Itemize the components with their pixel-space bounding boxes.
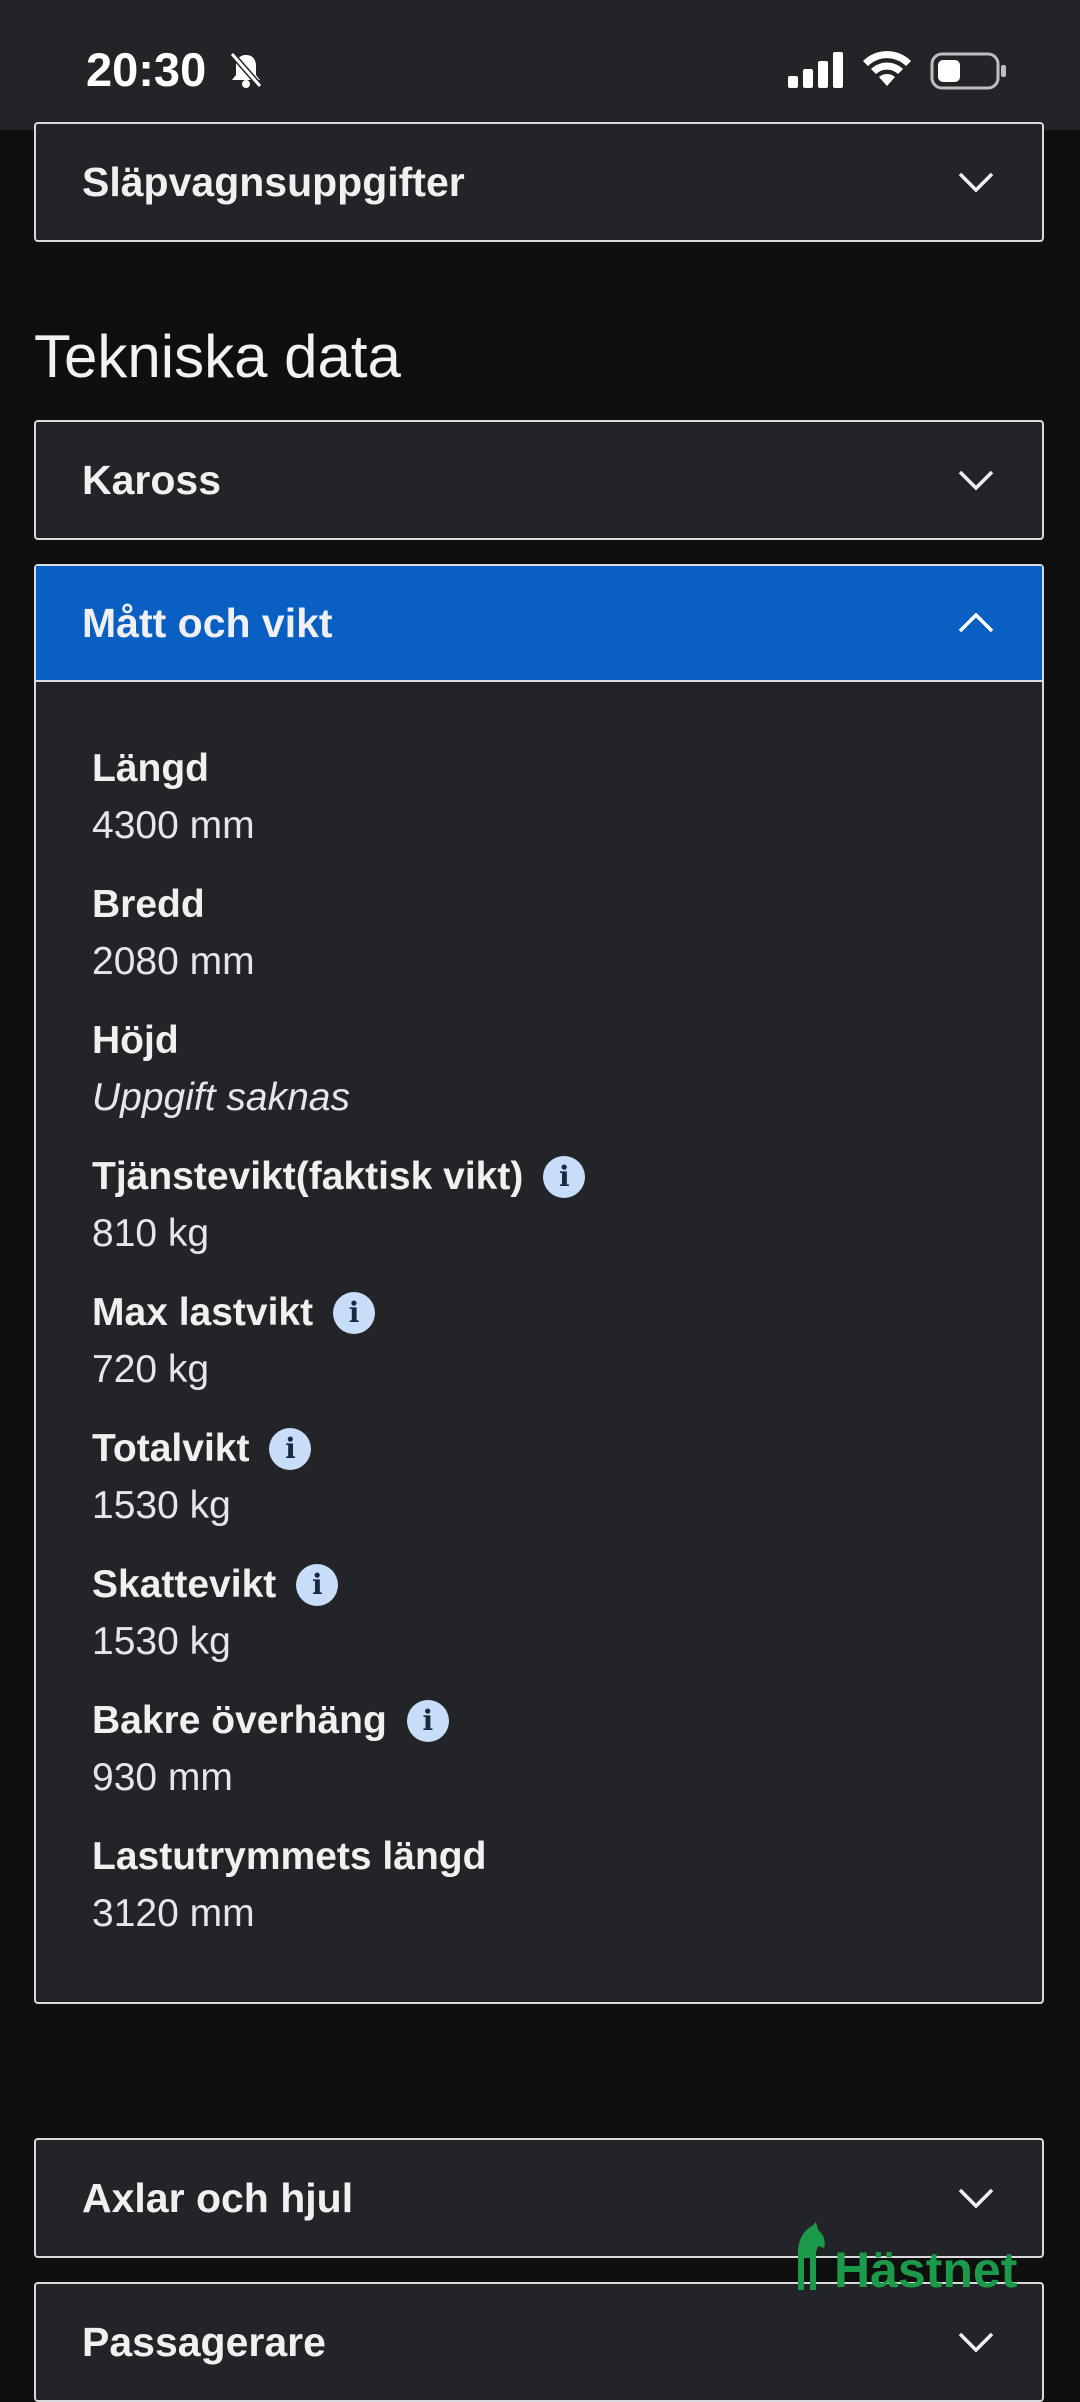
accordion-title: Axlar och hjul: [82, 2174, 354, 2221]
field-label: Lastutrymmets längd: [92, 1832, 996, 1882]
field-label-text: Lastutrymmets längd: [92, 1835, 487, 1878]
accordion-title: Mått och vikt: [82, 599, 333, 646]
accordion-header[interactable]: Mått och vikt: [36, 566, 1042, 682]
field-label: Bakre överhäng i: [92, 1696, 996, 1746]
info-icon[interactable]: i: [406, 1700, 449, 1742]
section-title: Tekniska data: [34, 323, 401, 390]
chevron-down-icon: [956, 2186, 996, 2210]
accordion-body: Längd 4300 mm Bredd 2080 mm Höjd Uppgift…: [36, 682, 1042, 2002]
field-label-text: Bredd: [92, 883, 205, 926]
horse-icon: [790, 2222, 830, 2295]
field-value: 3120 mm: [92, 1892, 255, 1935]
field-label-text: Tjänstevikt(faktisk vikt): [92, 1155, 524, 1198]
field-value: 930 mm: [92, 1756, 233, 1799]
field-value: 1530 kg: [92, 1484, 231, 1527]
field-bakre-overhang: Bakre överhäng i 930 mm: [92, 1696, 996, 1806]
info-icon[interactable]: i: [333, 1292, 376, 1334]
info-icon[interactable]: i: [543, 1156, 586, 1198]
chevron-up-icon: [956, 611, 996, 635]
chevron-down-icon: [956, 2330, 996, 2354]
info-icon[interactable]: i: [269, 1428, 312, 1470]
field-label-text: Skattevikt: [92, 1563, 277, 1606]
field-max-lastvikt: Max lastvikt i 720 kg: [92, 1288, 996, 1398]
field-label: Skattevikt i: [92, 1560, 996, 1610]
chevron-down-icon: [956, 468, 996, 492]
field-value: 1530 kg: [92, 1620, 231, 1663]
field-value: 720 kg: [92, 1348, 210, 1391]
field-skattevikt: Skattevikt i 1530 kg: [92, 1560, 996, 1670]
field-lastutrymmets-langd: Lastutrymmets längd 3120 mm: [92, 1832, 996, 1942]
field-bredd: Bredd 2080 mm: [92, 880, 996, 990]
status-time: 20:30: [86, 43, 207, 96]
field-label: Max lastvikt i: [92, 1288, 996, 1338]
field-label: Bredd: [92, 880, 996, 930]
field-label: Totalvikt i: [92, 1424, 996, 1474]
accordion-title: Passagerare: [82, 2318, 326, 2365]
field-value-missing: Uppgift saknas: [92, 1076, 350, 1119]
accordion-title: Släpvagnsuppgifter: [82, 158, 465, 205]
field-label: Längd: [92, 744, 996, 794]
battery-icon: [930, 52, 1008, 95]
info-icon[interactable]: i: [296, 1564, 339, 1606]
accordion-header[interactable]: Släpvagnsuppgifter: [36, 124, 1042, 240]
accordion-header[interactable]: Kaross: [36, 422, 1042, 538]
field-tjanstevikt: Tjänstevikt(faktisk vikt) i 810 kg: [92, 1152, 996, 1262]
accordion-kaross[interactable]: Kaross: [34, 420, 1044, 540]
cellular-signal-icon: [788, 52, 846, 93]
field-label-text: Bakre överhäng: [92, 1699, 387, 1742]
watermark-logo: Hästnet: [790, 2222, 1017, 2295]
accordion-title: Kaross: [82, 456, 222, 503]
field-label: Tjänstevikt(faktisk vikt) i: [92, 1152, 996, 1202]
field-totalvikt: Totalvikt i 1530 kg: [92, 1424, 996, 1534]
field-label-text: Höjd: [92, 1019, 179, 1062]
field-label-text: Längd: [92, 747, 209, 790]
accordion-slapvagnsuppgifter[interactable]: Släpvagnsuppgifter: [34, 122, 1044, 242]
bell-muted-icon: [226, 50, 266, 95]
accordion-header[interactable]: Passagerare: [36, 2284, 1042, 2400]
watermark-text: Hästnet: [834, 2242, 1018, 2298]
field-value: 2080 mm: [92, 940, 255, 983]
field-label: Höjd: [92, 1016, 996, 1066]
accordion-matt-och-vikt[interactable]: Mått och vikt Längd 4300 mm Bredd 2080 m…: [34, 564, 1044, 2004]
accordion-passagerare[interactable]: Passagerare: [34, 2282, 1044, 2402]
wifi-icon: [862, 50, 912, 93]
field-langd: Längd 4300 mm: [92, 744, 996, 854]
status-bar: 20:30: [0, 0, 1080, 130]
field-label-text: Totalvikt: [92, 1427, 250, 1470]
field-value: 810 kg: [92, 1212, 210, 1255]
field-hojd: Höjd Uppgift saknas: [92, 1016, 996, 1126]
field-label-text: Max lastvikt: [92, 1291, 314, 1334]
chevron-down-icon: [956, 170, 996, 194]
field-value: 4300 mm: [92, 804, 255, 847]
